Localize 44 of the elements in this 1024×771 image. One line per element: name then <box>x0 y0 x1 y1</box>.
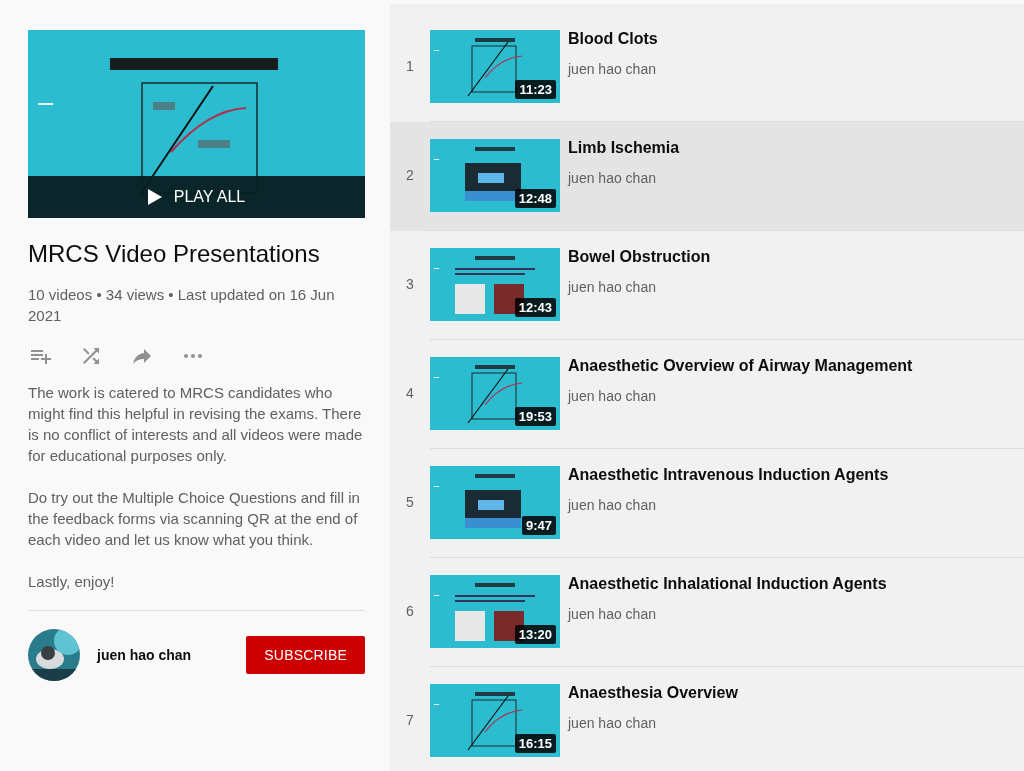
play-icon <box>147 189 162 205</box>
video-index: 2 <box>405 167 415 183</box>
video-index: 5 <box>405 494 415 510</box>
channel-name[interactable]: juen hao chan <box>568 61 658 77</box>
playlist-title: MRCS Video Presentations <box>28 240 321 268</box>
video-title[interactable]: Anaesthetic Overview of Airway Management <box>568 357 913 375</box>
video-row[interactable]: 2 12:48 Limb Ischemia juen hao chan <box>390 122 1024 231</box>
description-paragraph: Do try out the Multiple Choice Questions and fill in the feedback forms via scanning QR at the end of each video and let us know what you think. <box>28 488 361 550</box>
video-index: 7 <box>405 712 415 728</box>
channel-name[interactable]: juen hao chan <box>568 715 738 731</box>
subscribe-button[interactable]: SUBSCRIBE <box>246 636 365 674</box>
video-title[interactable]: Blood Clots <box>568 30 658 48</box>
video-duration: 16:15 <box>514 734 556 753</box>
video-title[interactable]: Limb Ischemia <box>568 139 680 157</box>
video-duration: 9:47 <box>521 516 556 535</box>
video-index: 1 <box>405 58 415 74</box>
video-duration: 12:48 <box>514 189 556 208</box>
video-title[interactable]: Anaesthesia Overview <box>568 684 738 702</box>
video-index: 6 <box>405 603 415 619</box>
video-duration: 11:23 <box>515 80 556 99</box>
video-index: 4 <box>405 385 415 401</box>
owner-name[interactable]: juen hao chan <box>97 647 247 663</box>
play-all-button[interactable]: PLAY ALL <box>28 176 365 218</box>
channel-name[interactable]: juen hao chan <box>568 170 680 186</box>
video-duration: 13:20 <box>514 625 556 644</box>
video-title[interactable]: Anaesthetic Intravenous Induction Agents <box>568 466 889 484</box>
channel-name[interactable]: juen hao chan <box>568 279 711 295</box>
video-row[interactable]: 7 16:15 Anaesthesia Overview juen hao chan <box>390 667 1024 771</box>
video-row[interactable]: 6 13:20 Anaesthetic Inhalational Induction Agents juen hao chan <box>390 558 1024 667</box>
video-duration: 19:53 <box>514 407 556 426</box>
video-row[interactable]: 5 9:47 Anaesthetic Intravenous Induction Agents juen hao chan <box>390 449 1024 558</box>
channel-name[interactable]: juen hao chan <box>568 606 887 622</box>
description-paragraph: Lastly, enjoy! <box>28 572 116 592</box>
channel-name[interactable]: juen hao chan <box>568 497 889 513</box>
video-duration: 12:43 <box>514 298 556 317</box>
video-index: 3 <box>405 276 415 292</box>
channel-name[interactable]: juen hao chan <box>568 388 913 404</box>
video-title[interactable]: Anaesthetic Inhalational Induction Agents <box>568 575 887 593</box>
description-paragraph: The work is catered to MRCS candidates who might find this helpful in revising the exams. There is no conflict of interests and all videos were made for educational purposes only. <box>28 383 364 466</box>
playlist-stats: 10 videos • 34 views • Last updated on 16 Jun 2021 <box>28 285 336 326</box>
video-row[interactable]: 4 19:53 Anaesthetic Overview of Airway Management juen hao chan <box>390 340 1024 449</box>
video-row[interactable]: 3 12:43 Bowel Obstruction juen hao chan <box>390 231 1024 340</box>
video-row[interactable]: 1 11:23 Blood Clots juen hao chan <box>390 13 1024 122</box>
video-title[interactable]: Bowel Obstruction <box>568 248 711 266</box>
